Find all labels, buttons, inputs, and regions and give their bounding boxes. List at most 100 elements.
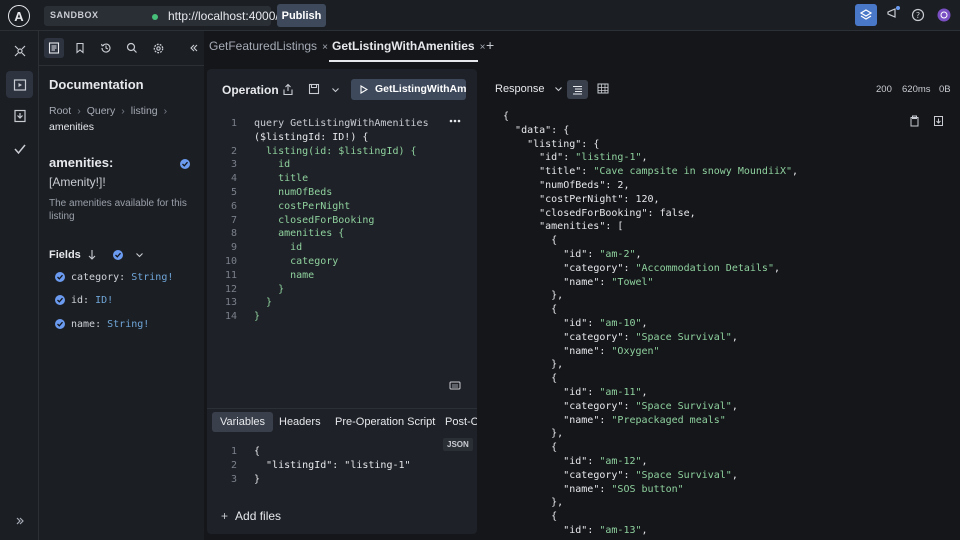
code-line: query GetListingWithAmenities <box>254 118 429 129</box>
select-all-check-icon[interactable] <box>113 250 123 260</box>
save-icon[interactable] <box>308 83 320 95</box>
search-icon[interactable] <box>122 38 142 58</box>
variables-editor[interactable]: 1 {2 "listingId": "listing-1" 3} <box>207 445 467 490</box>
sort-arrow-icon[interactable] <box>87 249 97 261</box>
json-line: "category": "Space Survival", <box>563 469 738 481</box>
field-check-icon[interactable] <box>55 272 65 282</box>
announcement-icon[interactable] <box>885 5 901 21</box>
line-number: 2 <box>230 145 237 157</box>
breadcrumb: Root › Query › listing › amenities <box>49 103 199 135</box>
bookmark-icon[interactable] <box>70 38 90 58</box>
json-line: { <box>503 442 558 454</box>
add-files-button[interactable]: + Add files <box>221 509 281 523</box>
chevron-down-icon[interactable] <box>331 86 340 94</box>
endpoint-url[interactable]: http://localhost:4000/ <box>168 9 279 23</box>
code-line: category <box>254 256 339 267</box>
code-line: } <box>254 297 273 309</box>
line-number: 9 <box>230 242 237 254</box>
field-item-type[interactable]: String! <box>131 272 173 283</box>
json-view-icon[interactable] <box>567 80 588 99</box>
chevron-down-icon <box>554 87 562 92</box>
field-item-type[interactable]: ID! <box>95 295 113 306</box>
breadcrumb-query[interactable]: Query <box>87 105 116 117</box>
field-item-id[interactable]: id: ID! <box>55 293 113 307</box>
apollo-logo-icon[interactable]: A <box>8 5 30 27</box>
tab-pre-operation-script[interactable]: Pre-Operation Script <box>335 416 435 428</box>
collapse-panel-icon[interactable] <box>184 38 204 58</box>
field-selected-check-icon[interactable] <box>180 159 190 169</box>
tab-label: GetFeaturedListings <box>209 39 318 53</box>
json-line: { <box>503 304 558 316</box>
line-number: 8 <box>230 228 237 240</box>
field-type[interactable]: [Amenity!]! <box>49 175 106 189</box>
line-number: 7 <box>230 214 237 226</box>
field-item-type[interactable]: String! <box>107 319 149 330</box>
documentation-panel: Documentation Root › Query › listing › amenit… <box>39 31 204 540</box>
schema-icon[interactable] <box>8 39 32 63</box>
help-icon[interactable]: ? <box>911 8 925 22</box>
field-item-name-field[interactable]: name: String! <box>55 317 149 331</box>
json-line: "listing": { <box>527 138 600 150</box>
code-line: } <box>254 283 285 295</box>
field-item-name: id: <box>71 294 90 306</box>
code-line: title <box>254 173 309 185</box>
line-number: 3 <box>230 473 237 485</box>
code-line: closedForBooking <box>254 214 375 226</box>
tab-get-featured-listings[interactable]: GetFeaturedListings × <box>209 39 328 53</box>
documentation-title: Documentation <box>49 77 144 92</box>
chevron-down-icon[interactable] <box>135 251 144 259</box>
field-check-icon[interactable] <box>55 319 65 329</box>
layers-icon[interactable] <box>855 4 877 26</box>
avatar[interactable] <box>937 8 951 22</box>
operation-editor[interactable]: 1 query GetListingWithAmenities ($listingI… <box>207 111 467 323</box>
line-number: 1 <box>230 446 237 457</box>
add-tab-button[interactable]: + <box>486 37 494 53</box>
close-icon[interactable]: × <box>322 42 328 53</box>
code-line: costPerNight <box>254 200 351 212</box>
table-view-icon[interactable] <box>597 83 609 94</box>
tab-post-operation-script[interactable]: Post-O <box>445 416 477 428</box>
code-line: name <box>254 269 315 281</box>
code-line: id <box>254 242 303 254</box>
expand-rail-icon[interactable] <box>8 509 32 533</box>
code-line: numOfBeds <box>254 187 333 198</box>
variables-tab-bar: Variables Headers Pre-Operation Script P… <box>207 408 477 438</box>
code-line: } <box>254 473 261 485</box>
endpoint-bar[interactable]: SANDBOX http://localhost:4000/ <box>44 6 308 26</box>
tab-variables[interactable]: Variables <box>212 412 274 432</box>
settings-gear-icon[interactable] <box>148 38 168 58</box>
line-number: 10 <box>224 256 237 267</box>
code-line: } <box>254 311 261 323</box>
close-icon[interactable]: × <box>480 42 486 53</box>
checks-icon[interactable] <box>8 137 32 161</box>
keyboard-icon[interactable] <box>449 380 461 390</box>
breadcrumb-root[interactable]: Root <box>49 105 71 117</box>
top-bar: A SANDBOX http://localhost:4000/ Publish… <box>0 0 960 31</box>
response-viewer[interactable]: { "data": { "listing": { "id": "listing-… <box>503 111 943 540</box>
publish-button[interactable]: Publish <box>277 4 326 27</box>
docs-tab-icon[interactable] <box>44 38 64 58</box>
run-operation-button[interactable]: GetListingWithAmenities <box>351 79 466 100</box>
line-number: 2 <box>230 459 237 471</box>
history-icon[interactable] <box>96 38 116 58</box>
tab-headers[interactable]: Headers <box>279 416 321 428</box>
response-time: 620ms <box>902 84 931 95</box>
field-item-category[interactable]: category: String! <box>55 270 173 284</box>
plus-icon: + <box>221 509 229 523</box>
json-line: }, <box>503 428 564 440</box>
field-heading: amenities: <box>49 155 113 170</box>
tab-get-listing-with-amenities[interactable]: GetListingWithAmenities × <box>332 39 485 53</box>
share-icon[interactable] <box>282 83 294 96</box>
json-line: { <box>503 111 510 122</box>
line-number: 12 <box>224 283 237 295</box>
json-line: }, <box>503 290 564 302</box>
explorer-icon[interactable] <box>6 71 33 98</box>
env-tag: SANDBOX <box>50 10 99 20</box>
line-number: 1 <box>230 118 237 129</box>
field-check-icon[interactable] <box>55 295 65 305</box>
breadcrumb-listing[interactable]: listing <box>131 105 158 117</box>
json-line: "id": "am-11", <box>563 387 648 398</box>
response-dropdown[interactable]: Response <box>495 83 563 95</box>
operation-collections-icon[interactable] <box>8 104 32 128</box>
response-panel: Response 200 620ms 0B { "data": { "listi… <box>483 69 960 540</box>
